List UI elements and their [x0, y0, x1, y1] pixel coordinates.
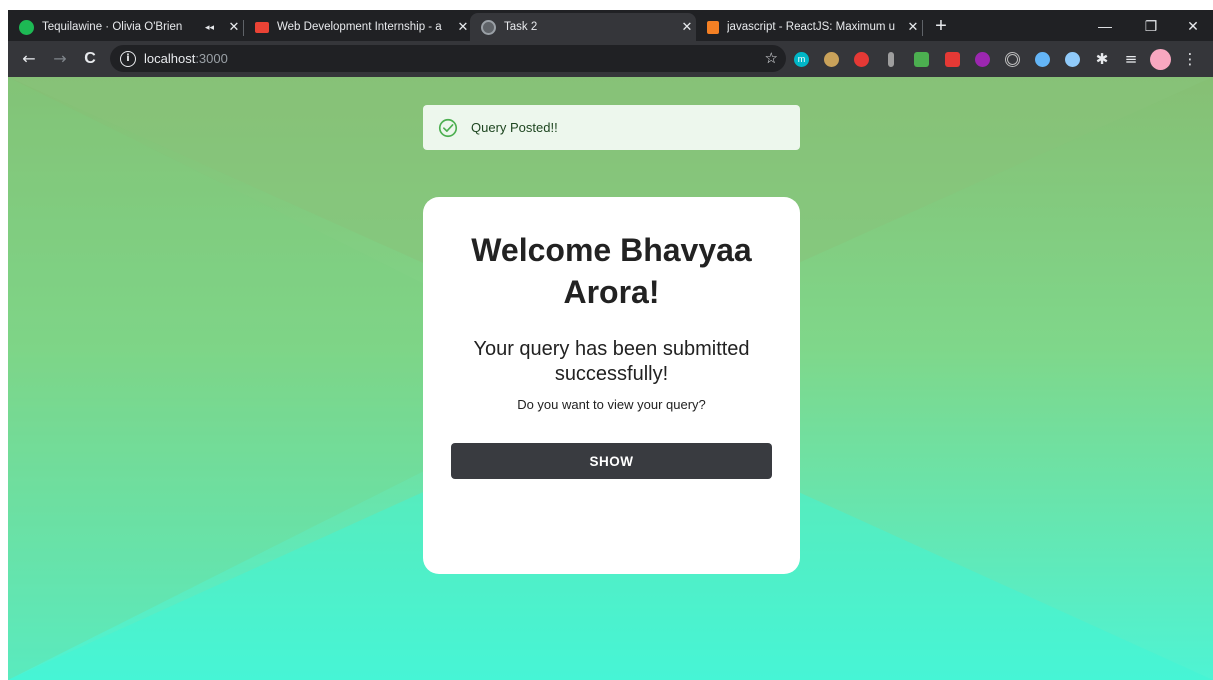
toast-message: Query Posted!! [471, 120, 558, 135]
extensions-puzzle-icon[interactable]: ✱ [1092, 49, 1112, 69]
extension-target-icon[interactable] [1005, 52, 1020, 67]
page-viewport: Query Posted!! Welcome Bhavyaa Arora! Yo… [8, 77, 1213, 680]
browser-toolbar: ← → C i localhost:3000 ☆ m ✱ ≡ ⋮ [8, 41, 1213, 77]
address-port: :3000 [195, 51, 228, 66]
tab-task-2[interactable]: Task 2 ✕ [470, 13, 696, 41]
tab-spotify[interactable]: Tequilawine · Olivia O'Brien ◂◂ ✕ [8, 13, 244, 41]
extension-m-icon[interactable]: m [794, 52, 809, 67]
address-host: localhost [144, 51, 196, 66]
extension-red-icon[interactable] [945, 52, 960, 67]
welcome-card: Welcome Bhavyaa Arora! Your query has be… [423, 197, 800, 574]
show-button[interactable]: SHOW [451, 443, 772, 479]
tab-title: Task 2 [504, 21, 538, 33]
tab-close-icon[interactable]: ✕ [225, 19, 243, 35]
tab-title: Tequilawine · Olivia O'Brien [42, 21, 183, 33]
success-toast: Query Posted!! [423, 105, 800, 150]
extension-moon-icon[interactable] [1065, 52, 1080, 67]
back-button[interactable]: ← [18, 47, 40, 71]
gmail-icon [255, 21, 269, 33]
forward-button[interactable]: → [49, 47, 71, 71]
tab-title: Web Development Internship - a [277, 21, 442, 33]
address-bar[interactable]: i localhost:3000 ☆ [110, 45, 786, 72]
browser-menu-icon[interactable]: ⋮ [1180, 49, 1200, 69]
success-subheading: Your query has been submitted successful… [473, 338, 750, 385]
extension-stop-icon[interactable] [854, 52, 869, 67]
media-queue-icon[interactable]: ≡ [1121, 49, 1141, 69]
window-close-button[interactable]: ✕ [1173, 14, 1213, 38]
tab-title: javascript - ReactJS: Maximum u [727, 21, 896, 33]
globe-icon [481, 19, 496, 35]
bookmark-star-icon[interactable]: ☆ [765, 49, 778, 67]
extension-glasses-icon[interactable] [824, 52, 839, 67]
restore-button[interactable]: ❐ [1131, 14, 1171, 38]
browser-window: Tequilawine · Olivia O'Brien ◂◂ ✕ Web De… [8, 10, 1213, 680]
tab-close-icon[interactable]: ✕ [904, 19, 922, 35]
extension-bottle-icon[interactable] [888, 52, 894, 67]
stackoverflow-icon [707, 20, 719, 34]
check-circle-icon [438, 118, 458, 137]
minimize-button[interactable]: — [1085, 14, 1125, 38]
audio-icon[interactable]: ◂◂ [205, 22, 225, 33]
tab-strip: Tequilawine · Olivia O'Brien ◂◂ ✕ Web De… [8, 10, 1213, 41]
new-tab-button[interactable]: + [929, 15, 953, 39]
extension-pen-icon[interactable] [914, 52, 929, 67]
tab-divider [922, 20, 923, 36]
welcome-heading: Welcome Bhavyaa Arora! [471, 232, 752, 310]
tab-close-icon[interactable]: ✕ [678, 19, 696, 35]
extension-purple-icon[interactable] [975, 52, 990, 67]
tab-gmail[interactable]: Web Development Internship - a ✕ [244, 13, 472, 41]
extension-timer-icon[interactable] [1035, 52, 1050, 67]
info-icon[interactable]: i [120, 50, 136, 67]
view-query-prompt: Do you want to view your query? [517, 397, 706, 412]
tab-stackoverflow[interactable]: javascript - ReactJS: Maximum u ✕ [696, 13, 923, 41]
spotify-icon [19, 19, 34, 35]
reload-button[interactable]: C [79, 47, 101, 71]
profile-avatar[interactable] [1150, 49, 1171, 70]
